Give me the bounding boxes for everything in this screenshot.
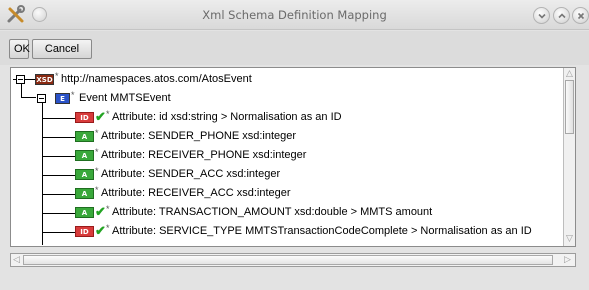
tree-row-label: Attribute: SENDER_PHONE xsd:integer: [101, 130, 297, 142]
tree-row-label: http://namespaces.atos.com/AtosEvent: [61, 73, 252, 85]
checkmark-icon: ✔: [95, 223, 106, 238]
checkmark-icon: ✔: [95, 109, 106, 124]
star-marker: *: [71, 90, 75, 100]
mapping-window: Xml Schema Definition Mapping OK Cancel: [0, 0, 589, 290]
tree-row-label: Attribute: TRANSACTION_AMOUNT xsd:double…: [112, 206, 433, 218]
id-icon: ID: [75, 112, 94, 123]
tree-row-namespace[interactable]: XSD * http://namespaces.atos.com/AtosEve…: [11, 70, 563, 89]
tree-row-label: Attribute: RECEIVER_PHONE xsd:integer: [101, 149, 307, 161]
window-title: Xml Schema Definition Mapping: [202, 8, 387, 22]
ok-button[interactable]: OK: [9, 39, 30, 59]
scroll-left-icon[interactable]: ◁: [13, 255, 20, 265]
id-icon: ID: [75, 226, 94, 237]
tree-row-label: Attribute: RECEIVER_ACC xsd:integer: [101, 187, 291, 199]
star-marker: *: [95, 166, 99, 176]
xsd-icon: XSD: [35, 74, 54, 85]
attribute-icon: A: [75, 131, 94, 142]
attribute-icon: A: [75, 150, 94, 161]
star-marker: *: [95, 185, 99, 195]
star-marker: *: [106, 223, 110, 233]
schema-tree-panel: XSD * http://namespaces.atos.com/AtosEve…: [10, 67, 576, 247]
title-bar: Xml Schema Definition Mapping: [0, 0, 589, 30]
schema-tree: XSD * http://namespaces.atos.com/AtosEve…: [11, 68, 563, 246]
checkmark-icon: ✔: [95, 204, 106, 219]
tree-row-attribute[interactable]: ID ✔ * Attribute: SERVICE_TYPE MMTSTrans…: [11, 222, 563, 241]
star-marker: *: [106, 109, 110, 119]
tree-row-attribute[interactable]: A * Attribute: SENDER_PHONE xsd:integer: [11, 127, 563, 146]
star-marker: *: [106, 204, 110, 214]
close-icon: [577, 12, 585, 20]
collapse-toggle[interactable]: [16, 75, 25, 84]
tree-row-attribute[interactable]: A * Attribute: RECEIVER_PHONE xsd:intege…: [11, 146, 563, 165]
collapse-toggle[interactable]: [37, 94, 46, 103]
maximize-button[interactable]: [553, 7, 570, 24]
horizontal-scroll-thumb[interactable]: [23, 255, 553, 265]
tree-row-attribute[interactable]: A ✔ * Attribute: TRANSACTION_AMOUNT xsd:…: [11, 203, 563, 222]
tree-row-label: Event MMTSEvent: [79, 92, 171, 104]
vertical-scrollbar[interactable]: △ ▽: [563, 68, 575, 246]
tree-row-label: Attribute: id xsd:string > Normalisation…: [112, 111, 342, 123]
tree-row-attribute[interactable]: A * Attribute: RECEIVER_ACC xsd:integer: [11, 184, 563, 203]
scroll-down-icon[interactable]: ▽: [566, 234, 573, 244]
minimize-icon: [538, 13, 546, 19]
toolbar: OK Cancel: [0, 31, 589, 65]
tree-row-attribute[interactable]: A * Attribute: SENDER_ACC xsd:integer: [11, 165, 563, 184]
vertical-scroll-thumb[interactable]: [565, 80, 574, 134]
tree-row-attribute[interactable]: ID ✔ * Attribute: id xsd:string > Normal…: [11, 108, 563, 127]
scroll-up-icon[interactable]: △: [566, 69, 573, 79]
attribute-icon: A: [75, 207, 94, 218]
tree-row-label: Attribute: SERVICE_TYPE MMTSTransactionC…: [112, 225, 532, 237]
maximize-icon: [558, 13, 566, 19]
horizontal-scrollbar[interactable]: ◁ ▷: [10, 253, 576, 267]
cancel-button[interactable]: Cancel: [32, 39, 92, 59]
attribute-icon: A: [75, 169, 94, 180]
attribute-icon: A: [75, 188, 94, 199]
star-marker: *: [95, 128, 99, 138]
close-button[interactable]: [572, 7, 589, 24]
element-icon: E: [55, 93, 70, 104]
star-marker: *: [55, 71, 59, 81]
star-marker: *: [95, 147, 99, 157]
scroll-right-icon[interactable]: ▷: [564, 255, 571, 265]
tree-row-event[interactable]: E * Event MMTSEvent: [11, 89, 563, 108]
minimize-button[interactable]: [533, 7, 550, 24]
tree-row-label: Attribute: SENDER_ACC xsd:integer: [101, 168, 281, 180]
